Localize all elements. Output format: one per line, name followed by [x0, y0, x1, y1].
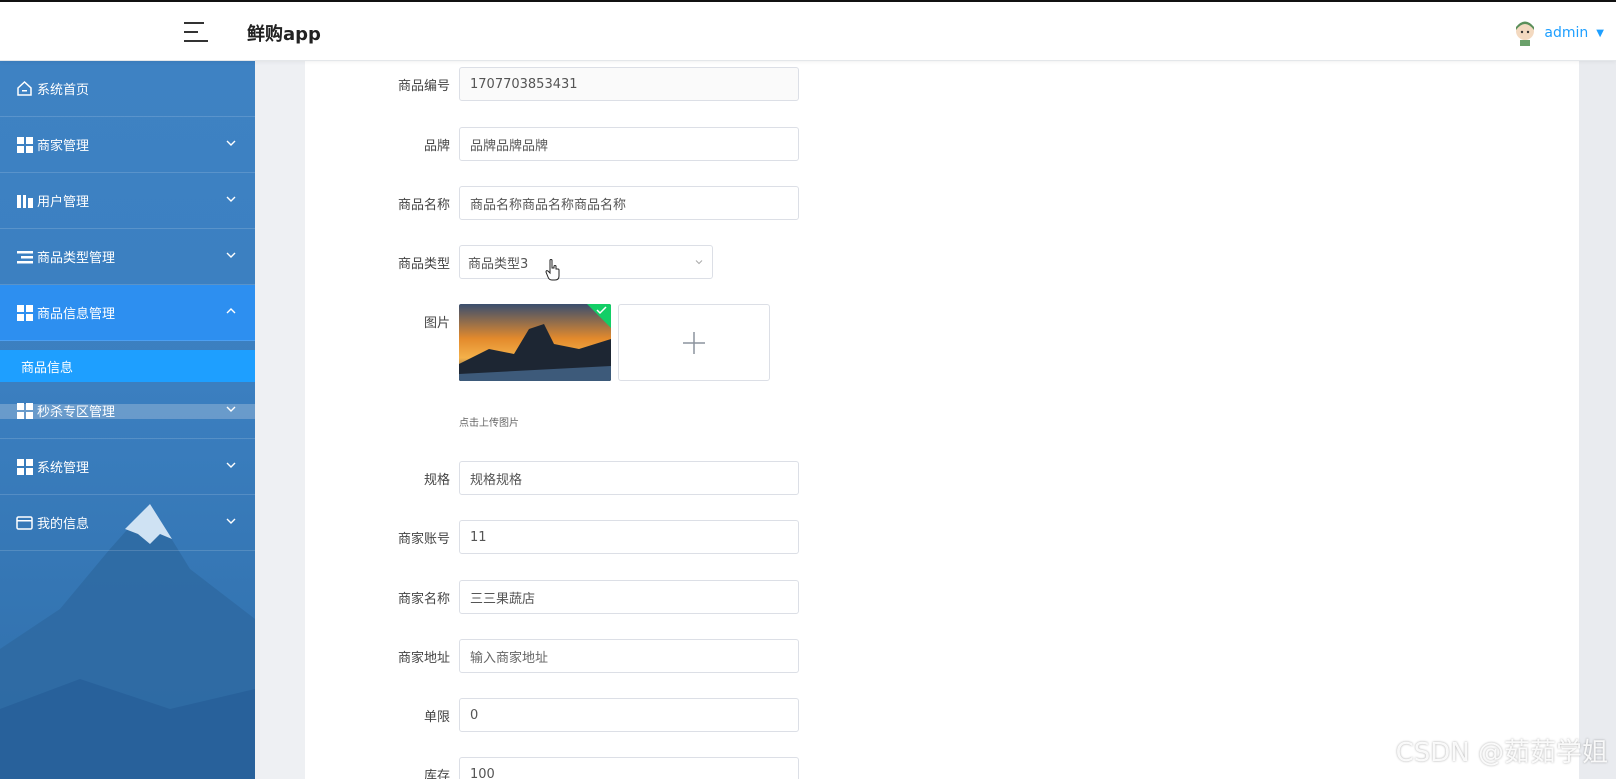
merchant-name-label: 商家名称 — [397, 591, 450, 607]
merchant-account-label: 商家账号 — [397, 531, 450, 547]
form-row-image: 图片 — [380, 312, 459, 331]
sidebar-item-flash-sale[interactable]: 秒杀专区管理 — [0, 383, 255, 439]
limit-label: 单限 — [423, 709, 450, 725]
scroll-gutter — [1579, 61, 1616, 779]
spec-label: 规格 — [423, 472, 450, 488]
form-row-merchant-address: 商家地址 输入商家地址 — [380, 639, 799, 673]
sidebar-item-users[interactable]: 用户管理 — [0, 173, 255, 229]
user-menu[interactable]: admin ▼ — [1514, 20, 1604, 46]
app-title: 鲜购app — [247, 24, 321, 45]
menu-toggle-icon[interactable] — [184, 21, 210, 43]
sidebar-item-label: 秒杀专区管理 — [37, 405, 116, 420]
top-border — [0, 0, 1616, 2]
chevron-down-icon — [226, 140, 236, 146]
sidebar-item-label: 商品类型管理 — [37, 251, 116, 266]
chevron-down-icon: ▼ — [1596, 27, 1604, 39]
sidebar-item-label: 系统首页 — [37, 83, 90, 98]
sidebar-item-label: 系统管理 — [37, 461, 90, 476]
card-icon — [16, 514, 33, 531]
form-row-spec: 规格 规格规格 — [380, 461, 799, 495]
chevron-up-icon — [226, 308, 236, 314]
avatar — [1516, 21, 1535, 46]
sidebar-subitem-product-info[interactable]: 商品信息 — [0, 350, 255, 382]
grid-icon — [16, 136, 33, 153]
form-row-stock: 库存 100 — [380, 757, 799, 779]
plus-icon — [683, 331, 705, 354]
top-bar: 鲜购app admin ▼ — [0, 0, 1616, 61]
stock-label: 库存 — [423, 768, 450, 779]
product-type-select[interactable]: 商品类型3 — [459, 245, 713, 279]
sidebar-item-product-info[interactable]: 商品信息管理 — [0, 285, 255, 341]
grid-icon — [16, 304, 33, 321]
stock-input[interactable]: 100 — [459, 757, 799, 779]
brand-input[interactable]: 品牌品牌品牌 — [459, 127, 799, 161]
home-icon — [16, 80, 33, 97]
bar-icon — [16, 192, 33, 209]
sidebar-item-label: 商品信息管理 — [37, 307, 116, 322]
watermark: CSDN @茹茹学姐 — [1395, 738, 1608, 768]
grid-icon — [16, 458, 33, 475]
form-row-merchant-name: 商家名称 三三果蔬店 — [380, 580, 799, 614]
chevron-down-icon — [226, 518, 236, 524]
product-no-input[interactable]: 1707703853431 — [459, 67, 799, 101]
merchant-account-input[interactable]: 11 — [459, 520, 799, 554]
image-label: 图片 — [423, 316, 450, 331]
hand-cursor-icon — [545, 259, 560, 281]
chevron-down-icon — [695, 260, 703, 265]
sidebar: 系统首页 商家管理 用户管理 商品类型管理 商品信息管理 商品信息 秒杀专区管理… — [0, 61, 255, 779]
chevron-down-icon — [226, 196, 236, 202]
sidebar-item-label: 商家管理 — [37, 139, 90, 154]
upload-tip: 点击上传图片 — [459, 418, 519, 429]
spec-input[interactable]: 规格规格 — [459, 461, 799, 495]
list-icon — [16, 248, 33, 265]
sidebar-item-label: 用户管理 — [37, 195, 90, 210]
chevron-down-icon — [226, 462, 236, 468]
form-row-product-name: 商品名称 商品名称商品名称商品名称 — [380, 186, 799, 220]
product-name-input[interactable]: 商品名称商品名称商品名称 — [459, 186, 799, 220]
limit-input[interactable]: 0 — [459, 698, 799, 732]
grid-icon — [16, 402, 33, 419]
form-row-product-no: 商品编号 1707703853431 — [380, 67, 799, 101]
merchant-name-input[interactable]: 三三果蔬店 — [459, 580, 799, 614]
product-type-value: 商品类型3 — [468, 256, 529, 272]
product-type-label: 商品类型 — [397, 256, 450, 272]
merchant-address-input[interactable]: 输入商家地址 — [459, 639, 799, 673]
merchant-address-label: 商家地址 — [397, 650, 450, 666]
sidebar-item-product-type[interactable]: 商品类型管理 — [0, 229, 255, 285]
sidebar-item-system[interactable]: 系统管理 — [0, 439, 255, 495]
product-name-label: 商品名称 — [397, 197, 450, 213]
brand-label: 品牌 — [423, 138, 450, 154]
chevron-down-icon — [226, 406, 236, 412]
chevron-down-icon — [226, 252, 236, 258]
sidebar-item-label: 我的信息 — [37, 517, 90, 532]
sidebar-item-my-info[interactable]: 我的信息 — [0, 495, 255, 551]
user-name: admin — [1544, 25, 1589, 41]
form-row-merchant-account: 商家账号 11 — [380, 520, 799, 554]
upload-image-button[interactable] — [618, 304, 770, 381]
form-row-brand: 品牌 品牌品牌品牌 — [380, 127, 799, 161]
uploaded-image-thumbnail[interactable] — [459, 304, 611, 381]
product-no-label: 商品编号 — [397, 78, 450, 94]
sidebar-item-home[interactable]: 系统首页 — [0, 61, 255, 117]
form-row-limit: 单限 0 — [380, 698, 799, 732]
sidebar-item-merchant[interactable]: 商家管理 — [0, 117, 255, 173]
